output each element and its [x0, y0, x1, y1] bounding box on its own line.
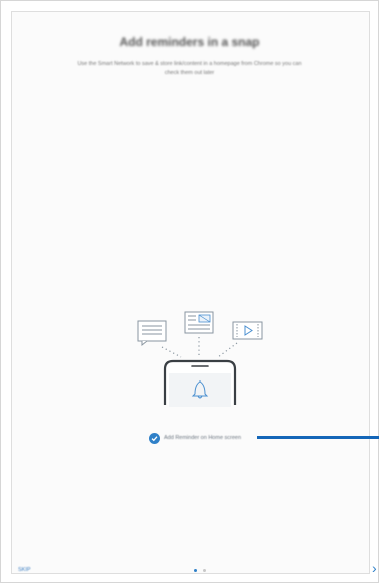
message-icon — [137, 320, 167, 347]
callout: Add Reminder on Home screen — [149, 432, 241, 444]
tutorial-screen: Add reminders in a snap Use the Smart Ne… — [0, 0, 379, 583]
page-dot-active — [194, 569, 197, 572]
video-icon — [232, 321, 263, 340]
page-dot — [203, 569, 206, 572]
page-indicator — [194, 569, 206, 572]
article-icon — [184, 311, 214, 334]
page-title: Add reminders in a snap — [119, 35, 260, 49]
phone-icon — [163, 359, 237, 407]
callout-text: Add Reminder on Home screen — [164, 435, 242, 441]
check-circle-icon — [149, 432, 160, 444]
next-arrow-icon[interactable]: › — [372, 561, 377, 575]
reminder-illustration — [137, 311, 263, 407]
page-description: Use the Smart Network to save & store li… — [77, 61, 302, 76]
skip-button[interactable]: SKIP — [18, 567, 31, 573]
tutorial-panel — [11, 11, 370, 574]
callout-pointer-line — [257, 436, 379, 439]
